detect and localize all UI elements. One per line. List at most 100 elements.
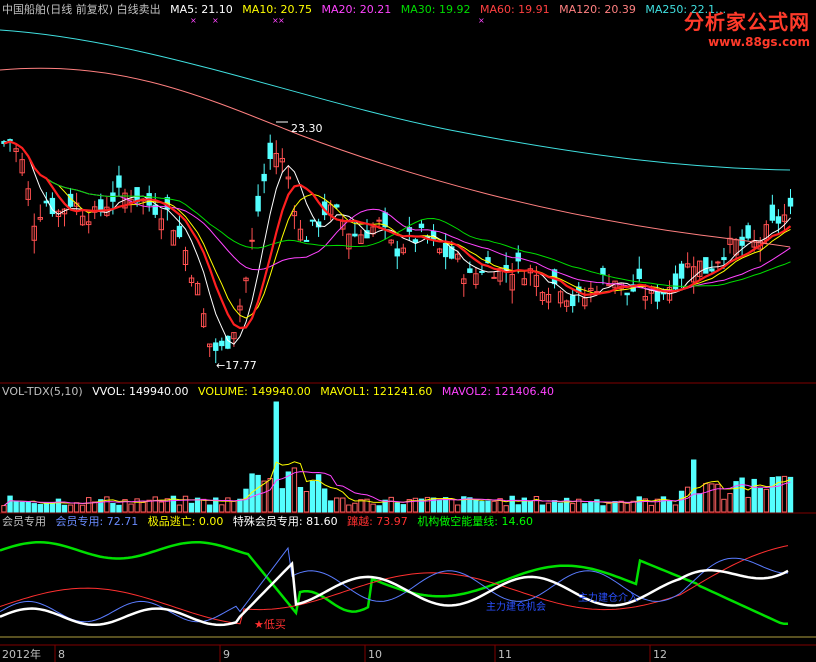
ma120-line bbox=[0, 67, 791, 248]
candle-body bbox=[219, 340, 225, 347]
candle-body bbox=[7, 139, 13, 142]
volume-bar bbox=[527, 500, 534, 513]
candle-body bbox=[479, 270, 485, 273]
axis-month-label: 11 bbox=[498, 648, 512, 661]
candle-body bbox=[594, 291, 600, 294]
volume-bar bbox=[158, 501, 165, 513]
volume-bar bbox=[146, 499, 152, 513]
candle-body bbox=[515, 252, 521, 262]
candle-body bbox=[267, 142, 273, 160]
volume-bar bbox=[67, 504, 74, 513]
volume-bar bbox=[503, 505, 509, 513]
volume-bar bbox=[515, 504, 521, 513]
volume-bar bbox=[188, 502, 195, 513]
volume-bar bbox=[25, 501, 31, 513]
volume-bar bbox=[261, 480, 267, 513]
volume-bar bbox=[309, 480, 316, 513]
low-label: ←17.77 bbox=[216, 359, 257, 372]
candle-body bbox=[412, 239, 419, 243]
volume-bar bbox=[55, 498, 62, 513]
volume-bar bbox=[745, 496, 751, 513]
volume-bar bbox=[739, 477, 745, 513]
volume-bar bbox=[666, 500, 673, 513]
candle-body bbox=[334, 204, 340, 208]
volume-bar bbox=[1, 505, 7, 513]
volume-bar bbox=[279, 488, 286, 513]
volume-bar bbox=[86, 497, 92, 513]
volume-bar bbox=[570, 503, 576, 513]
volume-bar bbox=[582, 503, 588, 513]
volume-bar bbox=[128, 503, 134, 513]
volume-bar bbox=[394, 502, 400, 513]
volume-bar bbox=[43, 502, 50, 513]
volume-bar bbox=[116, 504, 122, 513]
candle-body bbox=[769, 204, 776, 221]
volume-bar bbox=[31, 503, 37, 513]
candle-body bbox=[352, 233, 358, 237]
volume-bar bbox=[182, 495, 189, 513]
candle-body bbox=[624, 292, 630, 296]
volume-bar bbox=[340, 497, 346, 513]
volume-bar bbox=[104, 496, 110, 513]
high-label: 23.30 bbox=[291, 122, 323, 135]
axis-month-label: 10 bbox=[368, 648, 382, 661]
build-chance-label: 主力建仓机会 bbox=[486, 600, 546, 613]
candle-body bbox=[739, 236, 745, 246]
mavol2-line bbox=[3, 471, 791, 506]
candle-body bbox=[787, 197, 794, 207]
volume-bar bbox=[231, 500, 237, 513]
axis-month-label: 8 bbox=[58, 648, 65, 661]
candle-body bbox=[261, 173, 267, 182]
volume-bar bbox=[678, 490, 685, 513]
buy-signal-label: ★低买 bbox=[254, 618, 286, 631]
volume-bar bbox=[479, 501, 485, 513]
volume-bar bbox=[751, 478, 757, 513]
volume-bar bbox=[630, 500, 636, 513]
candle-body bbox=[775, 216, 782, 224]
candle-body bbox=[600, 267, 606, 275]
volume-bar bbox=[491, 500, 497, 513]
candle-body bbox=[491, 276, 497, 279]
axis-month-label: 9 bbox=[223, 648, 230, 661]
volume-bar bbox=[684, 486, 691, 513]
candle-body bbox=[376, 219, 382, 222]
volume-bar bbox=[346, 504, 352, 513]
volume-bar bbox=[200, 498, 207, 513]
axis-month-label: 12 bbox=[653, 648, 667, 661]
volume-bar bbox=[691, 459, 697, 513]
volume-bar bbox=[219, 504, 225, 513]
candle-body bbox=[249, 239, 255, 242]
volume-bar bbox=[152, 496, 158, 513]
candle-body bbox=[654, 291, 661, 302]
volume-bar bbox=[140, 501, 146, 513]
volume-bar bbox=[358, 499, 364, 513]
candle-body bbox=[176, 225, 183, 238]
volume-bar bbox=[449, 498, 455, 513]
volume-bar bbox=[176, 504, 183, 513]
volume-bar bbox=[7, 495, 13, 513]
volume-bar bbox=[37, 504, 43, 513]
volume-bar bbox=[207, 504, 213, 513]
candle-body bbox=[213, 342, 219, 351]
volume-bar bbox=[49, 502, 56, 513]
volume-bar bbox=[237, 498, 243, 513]
candle-body bbox=[678, 263, 685, 279]
candle-body bbox=[442, 242, 449, 258]
volume-bar bbox=[539, 504, 546, 513]
volume-bar bbox=[545, 502, 552, 513]
volume-bar bbox=[328, 500, 334, 513]
candle-body bbox=[703, 257, 709, 274]
signal-marker: × bbox=[478, 16, 485, 25]
volume-bar bbox=[13, 500, 19, 513]
signal-marker: × bbox=[212, 16, 219, 25]
volume-bar bbox=[243, 488, 249, 513]
volume-bar bbox=[267, 478, 273, 513]
volume-bar bbox=[533, 495, 540, 513]
volume-bar bbox=[436, 499, 443, 513]
candle-body bbox=[110, 192, 116, 202]
volume-bar bbox=[672, 504, 679, 513]
candle-body bbox=[709, 268, 715, 272]
candle-body bbox=[303, 239, 310, 242]
candle-body bbox=[721, 257, 727, 261]
volume-bar bbox=[485, 500, 491, 513]
